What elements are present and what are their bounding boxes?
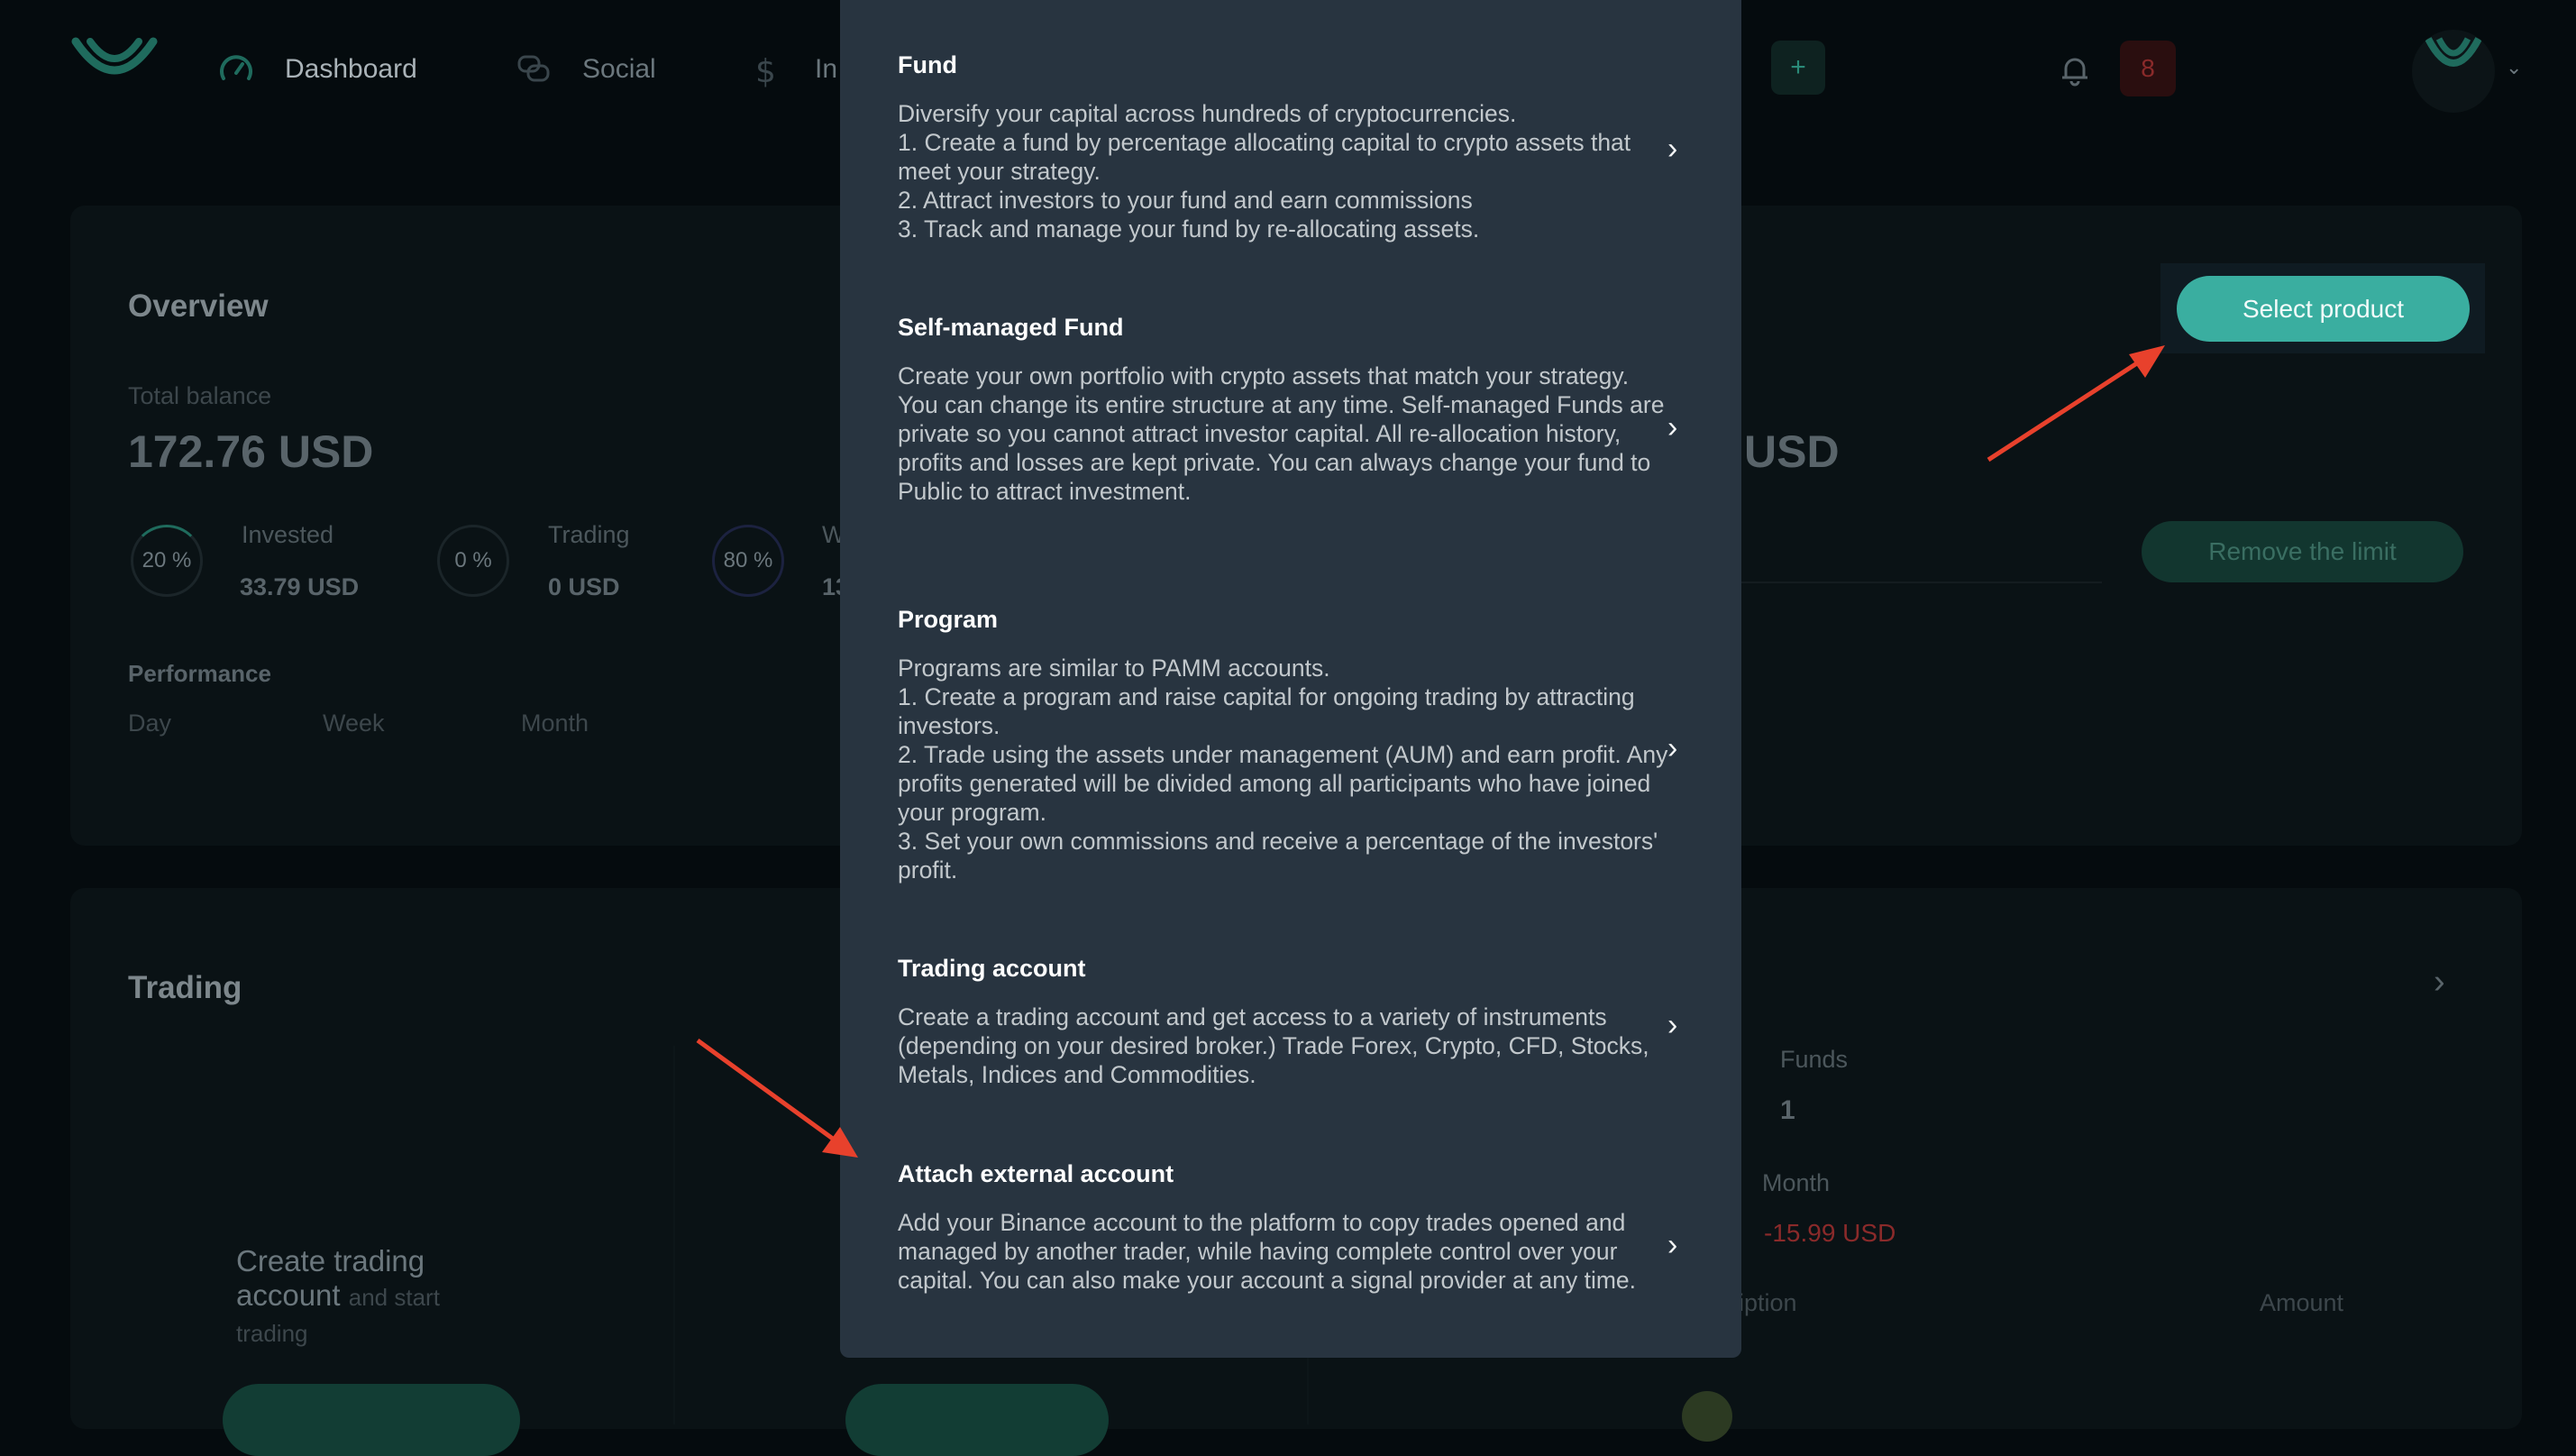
- month-value: -15.99 USD: [1764, 1219, 1896, 1247]
- option-description: Programs are similar to PAMM accounts. 1…: [898, 655, 1668, 884]
- option-title: Fund: [898, 51, 957, 78]
- remove-limit-button[interactable]: Remove the limit: [2142, 521, 2463, 582]
- chevron-right-icon[interactable]: ›: [1667, 731, 1677, 766]
- product-option-program[interactable]: Program Programs are similar to PAMM acc…: [898, 606, 1673, 885]
- performance-label: Performance: [128, 660, 271, 687]
- product-option-trading-account[interactable]: Trading account Create a trading account…: [898, 955, 1673, 1090]
- product-option-fund[interactable]: Fund Diversify your capital across hundr…: [898, 51, 1673, 245]
- chevron-right-icon[interactable]: ›: [1667, 132, 1677, 167]
- nav-item-label: Dashboard: [285, 54, 417, 84]
- logo-icon[interactable]: [70, 36, 159, 95]
- annotation-arrow-icon: [696, 1038, 858, 1158]
- nav-item-invest[interactable]: $ In: [748, 50, 837, 88]
- product-option-attach-external-account[interactable]: Attach external account Add your Binance…: [898, 1160, 1673, 1327]
- total-balance-label: Total balance: [128, 382, 272, 409]
- avatar-logo-icon: [2425, 37, 2482, 67]
- secondary-action-button[interactable]: [845, 1384, 1109, 1456]
- product-option-self-managed-fund[interactable]: Self-managed Fund Create your own portfo…: [898, 314, 1673, 539]
- chevron-right-icon[interactable]: ›: [1667, 410, 1677, 445]
- chevron-right-icon[interactable]: ›: [1667, 1228, 1677, 1263]
- period-day[interactable]: Day: [128, 710, 171, 737]
- stat-value: 33.79 USD: [240, 573, 360, 600]
- select-product-modal: Fund Diversify your capital across hundr…: [840, 0, 1741, 1358]
- funds-value: 1: [1780, 1095, 1795, 1125]
- option-title: Attach external account: [898, 1160, 1174, 1187]
- wallet-percent-circle: 80 %: [712, 525, 784, 597]
- dashboard-gauge-icon: [220, 55, 252, 80]
- col-amount-header: Amount: [2260, 1289, 2344, 1316]
- chat-bubbles-icon: [517, 55, 550, 82]
- option-title: Trading account: [898, 955, 1086, 982]
- nav-item-dashboard[interactable]: Dashboard: [218, 50, 417, 88]
- add-button[interactable]: +: [1771, 41, 1825, 95]
- row-avatar: [1682, 1391, 1732, 1442]
- option-description: Create a trading account and get access …: [898, 1003, 1649, 1088]
- chevron-right-icon[interactable]: ›: [1667, 1008, 1677, 1043]
- chevron-down-icon[interactable]: ⌄: [2506, 56, 2522, 79]
- period-week[interactable]: Week: [323, 710, 385, 737]
- month-label: Month: [1762, 1169, 1831, 1196]
- create-trading-text: Create trading account and start trading: [236, 1244, 507, 1351]
- limit-divider: [1713, 581, 2102, 583]
- bell-icon[interactable]: [2057, 52, 2093, 88]
- annotation-arrow-icon: [1987, 345, 2165, 462]
- trading-divider: [673, 1046, 675, 1424]
- invested-percent-circle: 20 %: [131, 525, 203, 597]
- trading-chevron-icon[interactable]: ›: [2434, 963, 2445, 1002]
- overview-title: Overview: [128, 288, 269, 324]
- funds-label: Funds: [1780, 1046, 1849, 1073]
- avatar[interactable]: [2412, 30, 2495, 113]
- total-balance-value: 172.76 USD: [128, 426, 374, 477]
- dollar-icon: $: [755, 53, 776, 87]
- trading-percent-circle: 0 %: [437, 525, 509, 597]
- svg-text:$: $: [755, 53, 776, 87]
- notifications-badge[interactable]: 8: [2120, 41, 2176, 96]
- period-month[interactable]: Month: [521, 710, 589, 737]
- trading-title: Trading: [128, 970, 242, 1005]
- nav-item-label: In: [815, 54, 838, 84]
- option-title: Self-managed Fund: [898, 314, 1124, 341]
- nav-item-social[interactable]: Social: [516, 50, 656, 88]
- stat-label: Trading: [548, 521, 630, 548]
- create-trading-button[interactable]: [223, 1384, 520, 1456]
- right-balance-fragment: USD: [1744, 426, 1840, 477]
- option-description: Diversify your capital across hundreds o…: [898, 100, 1631, 243]
- stat-value: 0 USD: [548, 573, 620, 600]
- stat-label: Invested: [242, 521, 334, 548]
- select-product-button[interactable]: Select product: [2177, 276, 2470, 342]
- option-description: Add your Binance account to the platform…: [898, 1209, 1637, 1294]
- option-title: Program: [898, 606, 999, 633]
- option-description: Create your own portfolio with crypto as…: [898, 362, 1665, 505]
- nav-item-label: Social: [582, 54, 656, 84]
